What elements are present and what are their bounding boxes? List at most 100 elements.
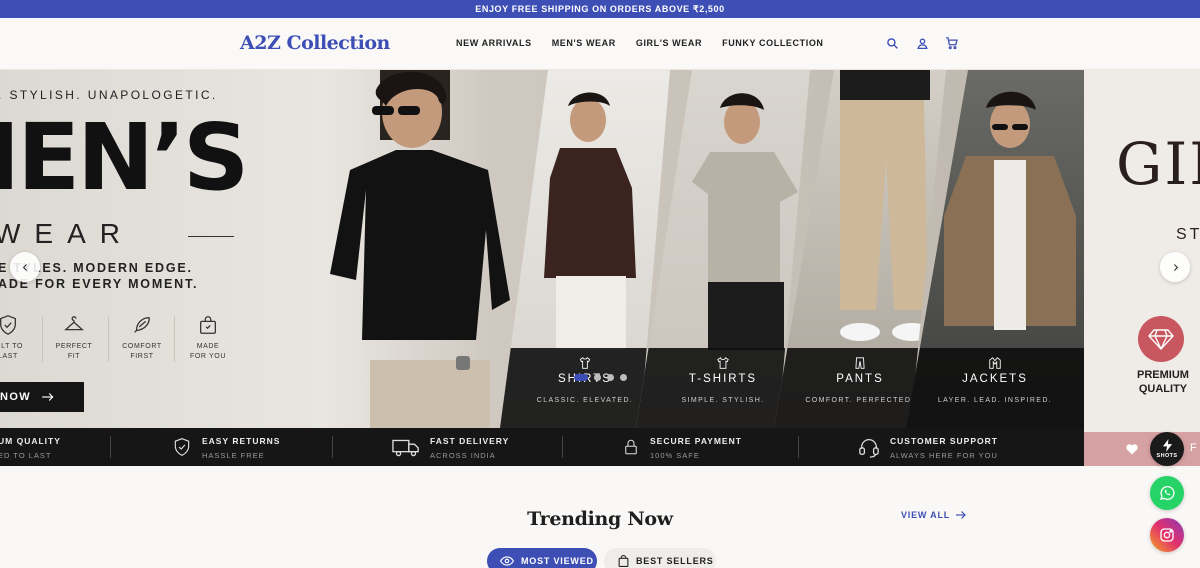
trust-subtitle: HASSLE FREE <box>202 451 265 460</box>
next-slide-subtitle: ST <box>1176 226 1200 243</box>
trust-title: UM QUALITY <box>0 436 61 446</box>
trust-title: FAST DELIVERY <box>430 436 510 446</box>
premium-quality-line-2: QUALITY <box>1138 383 1188 395</box>
model-photo-grey-tshirt <box>692 93 798 350</box>
feature-line-1: UILT TO <box>0 343 24 350</box>
trust-bar: UM QUALITY ED TO LAST EASY RETURNS HASSL… <box>0 428 1084 466</box>
trust-title: EASY RETURNS <box>202 436 281 446</box>
trust-item-delivery: FAST DELIVERY ACROSS INDIA <box>392 436 509 460</box>
eye-icon <box>500 556 514 566</box>
bag-icon <box>200 316 216 334</box>
jacket-icon <box>989 357 1001 369</box>
shots-label: SHOTS <box>1156 453 1178 459</box>
shield-icon <box>0 315 16 335</box>
arrow-right-icon <box>956 511 966 519</box>
site-header: A2Z Collection NEW ARRIVALS MEN'S WEAR G… <box>0 18 1200 70</box>
brand-logo[interactable]: A2Z Collection <box>240 32 390 54</box>
carousel-dot-2[interactable] <box>594 374 601 381</box>
feature-line-1: COMFORT <box>122 343 162 350</box>
tab-label: MOST VIEWED <box>521 556 594 566</box>
shopping-bag-icon <box>618 555 629 567</box>
truck-icon <box>392 439 419 457</box>
feature-line-1: MADE <box>196 343 220 350</box>
carousel-prev-button[interactable] <box>10 252 40 282</box>
premium-quality-text: PREMIUM QUALITY <box>1128 368 1198 396</box>
hanger-icon <box>64 316 84 331</box>
trust-subtitle: ED TO LAST <box>0 451 52 460</box>
feature-perfect-fit: PERFECT FIT <box>42 314 106 362</box>
trust-title: CUSTOMER SUPPORT <box>890 436 998 446</box>
nav-girls-wear[interactable]: GIRL'S WEAR <box>636 38 702 48</box>
view-all-link[interactable]: VIEW ALL <box>901 510 967 520</box>
whatsapp-button[interactable] <box>1150 476 1184 510</box>
announcement-bar: ENJOY FREE SHIPPING ON ORDERS ABOVE ₹2,5… <box>0 0 1200 18</box>
feature-line-2: FIT <box>67 353 81 360</box>
carousel-dot-4[interactable] <box>620 374 627 381</box>
announcement-text: ENJOY FREE SHIPPING ON ORDERS ABOVE ₹2,5… <box>475 3 725 14</box>
trust-item-quality: UM QUALITY ED TO LAST <box>0 436 61 460</box>
feature-made-for-you: MADE FOR YOU <box>176 314 240 362</box>
lock-icon <box>625 439 637 455</box>
hero-slide-mens-wear[interactable]: . STYLISH. UNAPOLOGETIC. IEN’S WEAR E TY… <box>0 70 1084 428</box>
search-icon[interactable] <box>884 35 900 51</box>
carousel-next-button[interactable] <box>1160 252 1190 282</box>
trending-title: Trending Now <box>527 508 673 530</box>
nav-funky-collection[interactable]: FUNKY COLLECTION <box>722 38 823 48</box>
carousel-dot-1[interactable] <box>574 374 588 381</box>
trust-divider <box>110 436 111 458</box>
shop-now-button[interactable]: NOW <box>0 382 84 412</box>
nav-mens-wear[interactable]: MEN'S WEAR <box>552 38 616 48</box>
trust-divider <box>798 436 799 458</box>
diamond-badge <box>1138 316 1184 362</box>
carousel-dots <box>574 374 627 381</box>
model-photo-black-shirt <box>330 70 510 428</box>
diamond-icon <box>1148 329 1174 350</box>
hero-carousel: . STYLISH. UNAPOLOGETIC. IEN’S WEAR E TY… <box>0 70 1200 466</box>
feature-line-2: FOR YOU <box>190 353 226 360</box>
main-nav: NEW ARRIVALS MEN'S WEAR GIRL'S WEAR FUNK… <box>456 38 824 48</box>
next-slide-bar-text: F <box>1190 442 1197 454</box>
trust-subtitle: ACROSS INDIA <box>430 451 496 460</box>
chevron-left-icon <box>22 263 27 271</box>
nav-new-arrivals[interactable]: NEW ARRIVALS <box>456 38 532 48</box>
header-actions <box>884 35 960 51</box>
feature-built-to-last: UILT TO LAST <box>0 314 40 362</box>
trust-item-payment: SECURE PAYMENT 100% SAFE <box>622 436 742 460</box>
chevron-right-icon <box>1173 263 1178 271</box>
trust-item-returns: EASY RETURNS HASSLE FREE <box>172 436 280 460</box>
trust-title: SECURE PAYMENT <box>650 436 742 446</box>
shop-now-label: NOW <box>0 391 32 403</box>
tab-most-viewed[interactable]: MOST VIEWED <box>487 548 597 568</box>
heart-icon <box>1126 444 1138 455</box>
tshirt-icon <box>717 356 729 369</box>
view-all-label: VIEW ALL <box>901 510 951 520</box>
category-tagline: LAYER. LEAD. INSPIRED. <box>937 397 1053 404</box>
feature-line-1: PERFECT <box>55 343 93 350</box>
whatsapp-icon <box>1159 486 1175 501</box>
premium-quality-line-1: PREMIUM <box>1137 369 1189 381</box>
trust-subtitle: 100% SAFE <box>650 451 700 460</box>
feather-icon <box>134 317 150 333</box>
shots-button[interactable]: SHOTS <box>1150 432 1184 466</box>
feature-divider <box>108 316 109 362</box>
tab-label: BEST SELLERS <box>636 556 714 566</box>
arrow-right-icon <box>42 393 54 401</box>
cart-icon[interactable] <box>944 35 960 51</box>
account-icon[interactable] <box>914 35 930 51</box>
trust-divider <box>562 436 563 458</box>
feature-comfort-first: COMFORT FIRST <box>110 314 174 362</box>
shield-check-icon <box>174 438 190 456</box>
carousel-dot-3[interactable] <box>607 374 614 381</box>
model-photo-brown-shirt <box>544 92 636 350</box>
feature-line-2: FIRST <box>130 353 154 360</box>
headset-icon <box>859 439 879 458</box>
trust-subtitle: ALWAYS HERE FOR YOU <box>890 451 998 460</box>
hero-divider <box>188 236 234 237</box>
lightning-icon <box>1162 439 1172 452</box>
trust-item-support: CUSTOMER SUPPORT ALWAYS HERE FOR YOU <box>858 436 998 460</box>
category-name: JACKETS <box>962 373 1028 385</box>
feature-divider <box>174 316 175 362</box>
model-photo-jacket <box>944 91 1076 330</box>
model-photo-khaki-pants <box>840 70 932 341</box>
tab-best-sellers[interactable]: BEST SELLERS <box>604 548 716 568</box>
